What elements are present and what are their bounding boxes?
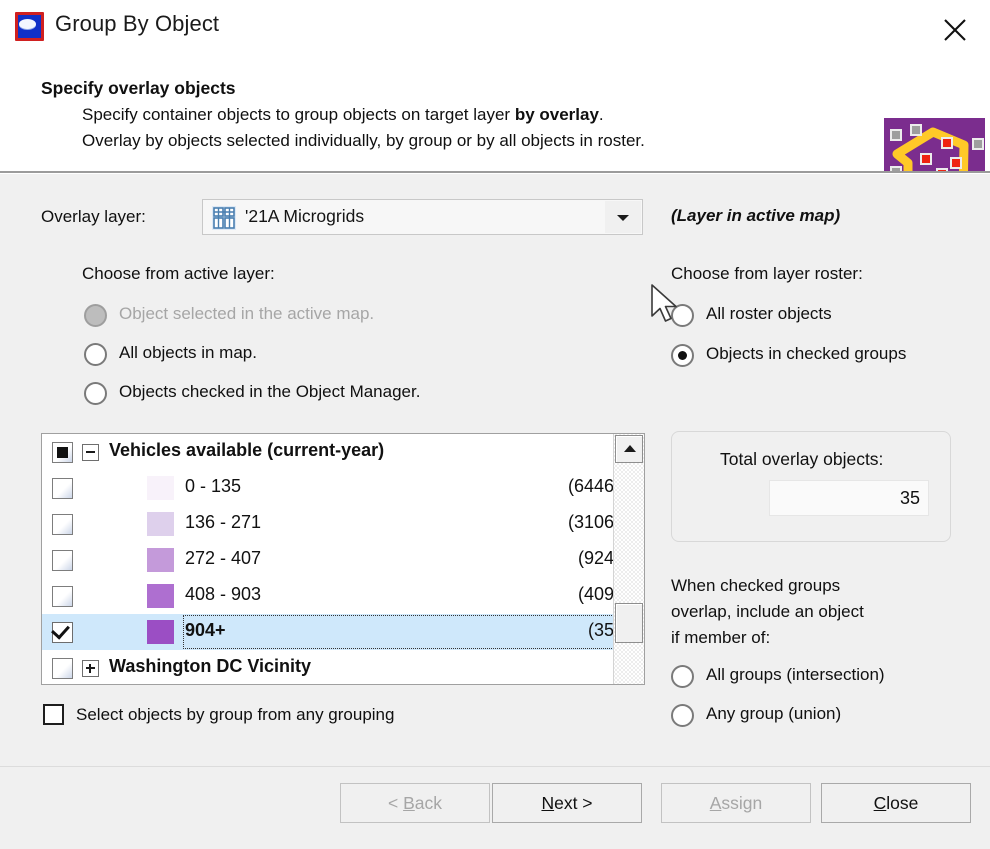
overlap-question-line-1: When checked groups xyxy=(671,576,840,596)
overlap-question-line-2: overlap, include an object xyxy=(671,602,864,622)
tree-row-label: 904+ xyxy=(185,620,226,641)
tree-vertical-scrollbar[interactable] xyxy=(613,434,644,684)
total-overlay-objects-field: 35 xyxy=(769,480,929,516)
assign-button: Assign xyxy=(661,783,811,823)
tree-row[interactable]: Washington DC Vicinity xyxy=(42,650,644,685)
scrollbar-thumb[interactable] xyxy=(615,603,643,643)
chevron-down-icon[interactable] xyxy=(605,201,641,233)
title-bar: Group By Object xyxy=(0,0,990,56)
radio-all-objects-in-map[interactable] xyxy=(84,343,107,366)
layer-in-active-map-note: (Layer in active map) xyxy=(671,206,840,226)
tree-row-checkbox[interactable] xyxy=(52,658,73,679)
radio-objects-checked-object-manager-label[interactable]: Objects checked in the Object Manager. xyxy=(119,382,420,402)
color-swatch xyxy=(147,548,174,572)
close-icon[interactable] xyxy=(932,8,978,48)
radio-all-roster-objects[interactable] xyxy=(671,304,694,327)
select-objects-by-group-label[interactable]: Select objects by group from any groupin… xyxy=(76,705,394,725)
focus-outline xyxy=(183,615,636,649)
tree-row-checkbox[interactable] xyxy=(52,586,73,607)
color-swatch xyxy=(147,584,174,608)
close-button[interactable]: Close xyxy=(821,783,971,823)
radio-any-group-union-label[interactable]: Any group (union) xyxy=(706,704,841,724)
overlay-layer-value: '21A Microgrids xyxy=(245,206,364,227)
radio-object-selected-active-map-label: Object selected in the active map. xyxy=(119,304,374,324)
total-overlay-objects-value: 35 xyxy=(900,488,920,509)
tree-row-label: Washington DC Vicinity xyxy=(109,656,311,677)
header-line-1-bold: by overlay xyxy=(515,105,599,124)
radio-all-objects-in-map-label[interactable]: All objects in map. xyxy=(119,343,257,363)
tree-row[interactable]: 272 - 407(924) xyxy=(42,542,644,578)
header-line-2: Overlay by objects selected individually… xyxy=(82,131,645,151)
tree-row-checkbox[interactable] xyxy=(52,478,73,499)
tree-row[interactable]: Vehicles available (current-year) xyxy=(42,434,644,470)
scroll-up-arrow-icon[interactable] xyxy=(615,435,643,463)
header-line-1-prefix: Specify container objects to group objec… xyxy=(82,105,515,124)
tree-row[interactable]: 408 - 903(409) xyxy=(42,578,644,614)
application-icon xyxy=(15,12,44,41)
back-button: < Back xyxy=(340,783,490,823)
tree-row-checkbox[interactable] xyxy=(52,514,73,535)
overlap-question-line-3: if member of: xyxy=(671,628,770,648)
select-objects-by-group-checkbox[interactable] xyxy=(43,704,64,725)
tree-row[interactable]: 136 - 271(3106) xyxy=(42,506,644,542)
expand-icon[interactable] xyxy=(82,660,99,677)
layer-roster-group-title: Choose from layer roster: xyxy=(671,264,863,284)
overlay-layer-label: Overlay layer: xyxy=(41,207,146,227)
window-title: Group By Object xyxy=(55,11,219,37)
total-overlay-objects-label: Total overlay objects: xyxy=(720,449,883,470)
radio-object-selected-active-map xyxy=(84,304,107,327)
color-swatch xyxy=(147,620,174,644)
tree-row-label: 408 - 903 xyxy=(185,584,261,605)
tree-row-label: Vehicles available (current-year) xyxy=(109,440,384,461)
radio-any-group-union[interactable] xyxy=(671,704,694,727)
radio-all-groups-intersection[interactable] xyxy=(671,665,694,688)
radio-objects-in-checked-groups-label[interactable]: Objects in checked groups xyxy=(706,344,906,364)
radio-all-groups-intersection-label[interactable]: All groups (intersection) xyxy=(706,665,885,685)
next-button[interactable]: Next > xyxy=(492,783,642,823)
total-overlay-objects-groupbox: Total overlay objects: 35 xyxy=(671,431,951,542)
tree-row-checkbox[interactable] xyxy=(52,622,73,643)
header-line-1-suffix: . xyxy=(599,105,604,124)
group-tree-list[interactable]: Vehicles available (current-year) 0 - 135… xyxy=(41,433,645,685)
active-layer-group-title: Choose from active layer: xyxy=(82,264,275,284)
tree-row-checkbox[interactable] xyxy=(52,550,73,571)
radio-objects-in-checked-groups[interactable] xyxy=(671,344,694,367)
color-swatch xyxy=(147,512,174,536)
color-swatch xyxy=(147,476,174,500)
page-title: Specify overlay objects xyxy=(41,78,236,99)
tree-row-checkbox[interactable] xyxy=(52,442,73,463)
collapse-icon[interactable] xyxy=(82,444,99,461)
raster-grid-icon xyxy=(212,206,236,230)
tree-row[interactable]: 904+(35) xyxy=(42,614,644,650)
tree-row-label: 272 - 407 xyxy=(185,548,261,569)
tree-row-label: 136 - 271 xyxy=(185,512,261,533)
overlay-layer-combobox[interactable]: '21A Microgrids xyxy=(202,199,643,235)
radio-objects-checked-object-manager[interactable] xyxy=(84,382,107,405)
tree-row[interactable]: 0 - 135(6446) xyxy=(42,470,644,506)
radio-all-roster-objects-label[interactable]: All roster objects xyxy=(706,304,832,324)
header-line-1: Specify container objects to group objec… xyxy=(82,105,604,125)
header-panel: Specify overlay objects Specify containe… xyxy=(0,56,990,172)
tree-row-label: 0 - 135 xyxy=(185,476,241,497)
